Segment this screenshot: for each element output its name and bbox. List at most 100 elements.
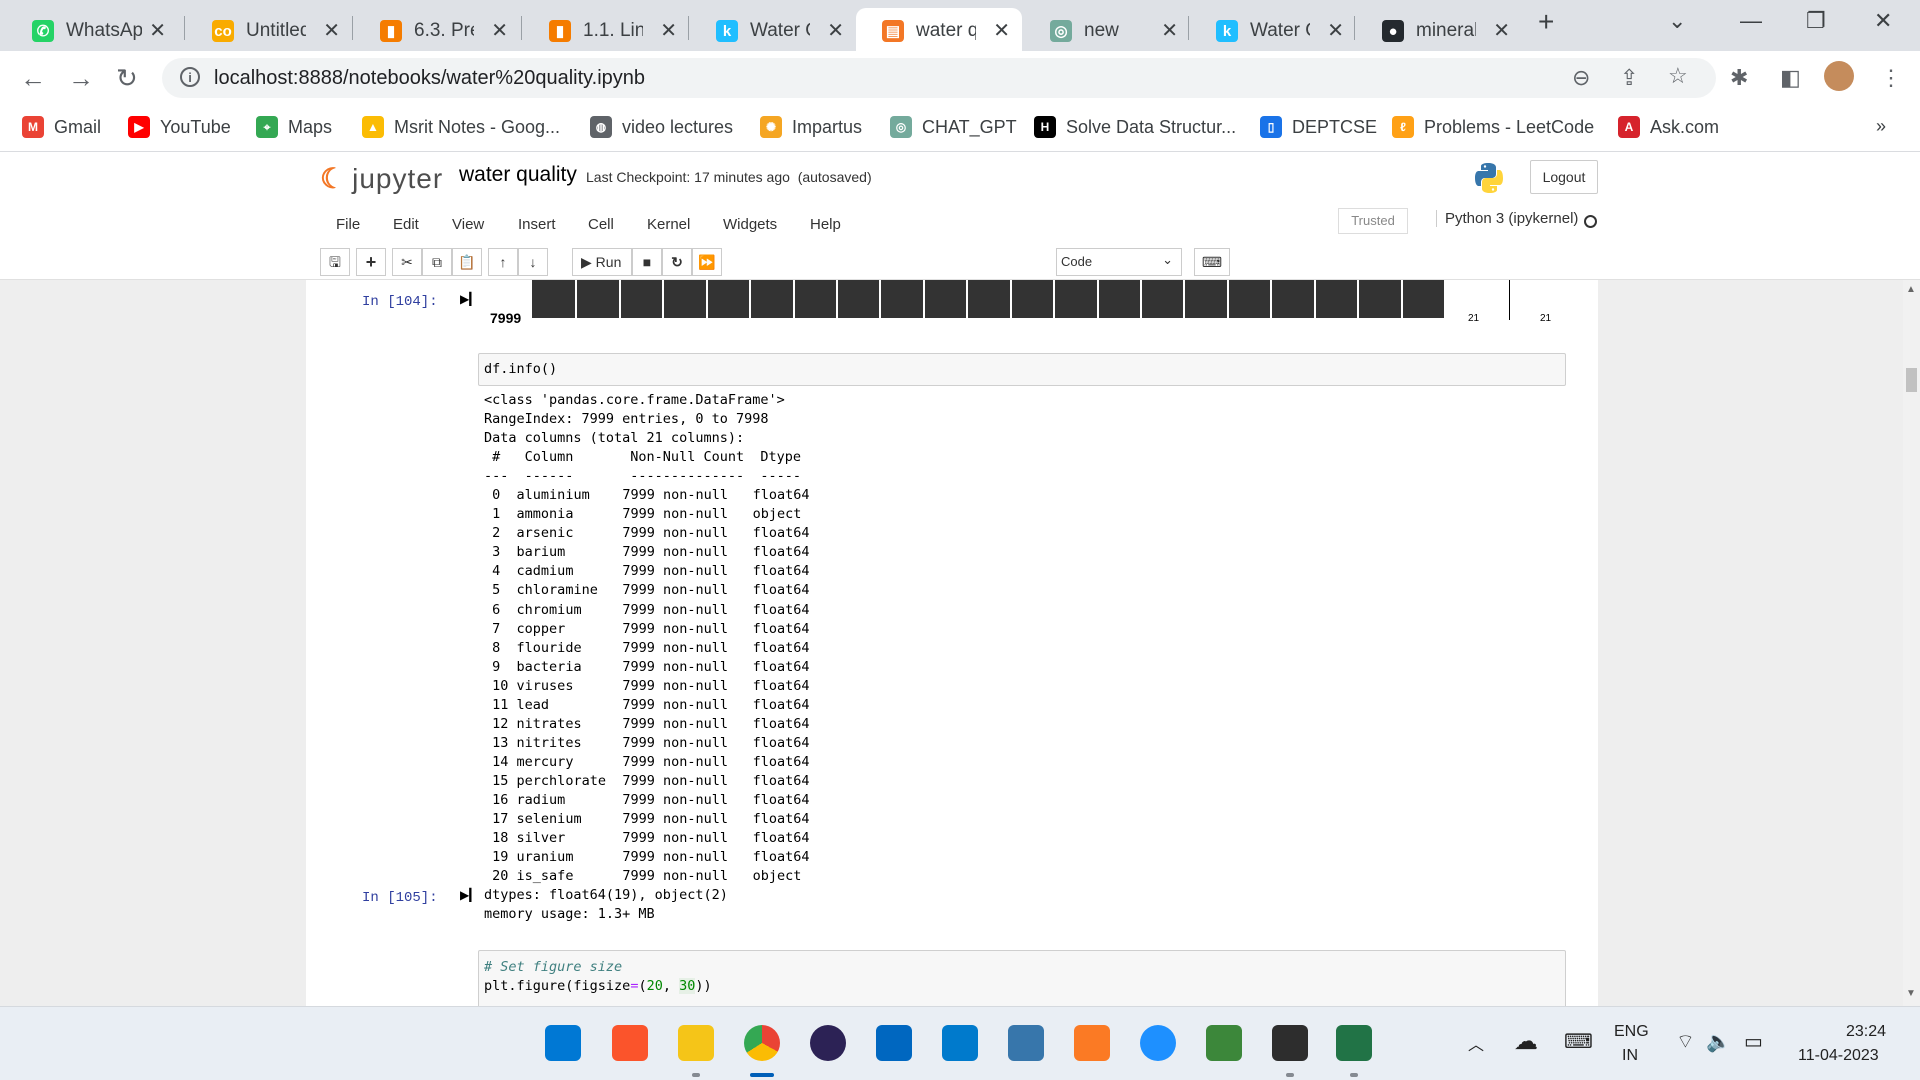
browser-tab[interactable]: k Water Qu ✕	[690, 8, 856, 51]
move-down-icon[interactable]: ↓	[518, 248, 548, 276]
bookmark-item[interactable]: ◍ video lectures	[590, 116, 733, 138]
scroll-up-icon[interactable]: ▲	[1906, 284, 1916, 295]
restart-run-all-icon[interactable]: ⏩	[692, 248, 722, 276]
file-explorer-icon[interactable]	[678, 1025, 714, 1061]
restore-icon[interactable]: ❐	[1806, 8, 1826, 34]
cell-105-input[interactable]: # Set figure size plt.figure(figsize=(20…	[478, 950, 1566, 1006]
bookmark-item[interactable]: ℓ Problems - LeetCode	[1392, 116, 1594, 138]
bookmark-item[interactable]: ✺ Impartus	[760, 116, 862, 138]
close-tab-icon[interactable]: ✕	[993, 18, 1010, 43]
clock-date[interactable]: 11-04-2023	[1798, 1047, 1879, 1065]
page-scrollbar[interactable]: ▲ ▼	[1903, 280, 1920, 1006]
bookmark-star-icon[interactable]: ☆	[1668, 63, 1688, 89]
back-icon[interactable]: ←	[20, 63, 46, 94]
browser-tab[interactable]: co Untitled1 ✕	[186, 8, 352, 51]
nodejs-icon[interactable]	[1206, 1025, 1242, 1061]
tab-search-icon[interactable]: ⌄	[1668, 8, 1686, 34]
cell-104-input[interactable]: df.info()	[478, 353, 1566, 386]
notebook-name[interactable]: water quality	[459, 163, 577, 187]
window-close-icon[interactable]: ✕	[1874, 8, 1892, 34]
circle-app-icon[interactable]	[1140, 1025, 1176, 1061]
interrupt-icon[interactable]: ■	[632, 248, 662, 276]
vscode-icon[interactable]	[942, 1025, 978, 1061]
language-lang[interactable]: ENG	[1614, 1023, 1649, 1041]
run-button[interactable]: ▶ Run	[572, 248, 632, 276]
cell-type-select[interactable]: Code ⌄	[1056, 248, 1182, 276]
close-tab-icon[interactable]: ✕	[660, 18, 677, 43]
browser-tab[interactable]: ▮ 1.1. Linea ✕	[523, 8, 689, 51]
bookmark-item[interactable]: ▲ Msrit Notes - Goog...	[362, 116, 560, 138]
kernel-name[interactable]: Python 3 (ipykernel)	[1436, 210, 1578, 227]
menu-widgets[interactable]: Widgets	[723, 216, 777, 233]
move-up-icon[interactable]: ↑	[488, 248, 518, 276]
browser-tab[interactable]: ✆ WhatsApp ✕	[6, 8, 178, 51]
language-region[interactable]: IN	[1622, 1047, 1638, 1065]
browser-tab[interactable]: ◎ new ✕	[1024, 8, 1190, 51]
menu-edit[interactable]: Edit	[393, 216, 419, 233]
browser-tab[interactable]: ▮ 6.3. Prep ✕	[354, 8, 520, 51]
bookmark-item[interactable]: A Ask.com	[1618, 116, 1719, 138]
share-icon[interactable]: ⇪	[1620, 65, 1638, 91]
brave-browser-icon[interactable]	[612, 1025, 648, 1061]
forward-icon[interactable]: →	[68, 63, 94, 94]
profile-avatar[interactable]	[1824, 61, 1854, 91]
browser-menu-icon[interactable]: ⋮	[1880, 65, 1902, 91]
jupyter-logo[interactable]: ☾ jupyter	[320, 162, 443, 195]
scrollbar-thumb[interactable]	[1906, 368, 1917, 392]
desktop-app-icon[interactable]	[876, 1025, 912, 1061]
python-idle-icon[interactable]	[1008, 1025, 1044, 1061]
bookmark-item[interactable]: ◎ CHAT_GPT	[890, 116, 1017, 138]
menu-insert[interactable]: Insert	[518, 216, 556, 233]
trusted-indicator[interactable]: Trusted	[1338, 208, 1408, 234]
minimize-icon[interactable]: —	[1740, 8, 1762, 34]
cell-run-icon[interactable]: ▶▎	[460, 292, 478, 306]
browser-tab[interactable]: ● mineral/ ✕	[1356, 8, 1522, 51]
browser-tab[interactable]: ▤ water qu ✕	[856, 8, 1022, 51]
close-tab-icon[interactable]: ✕	[1327, 18, 1344, 43]
menu-view[interactable]: View	[452, 216, 484, 233]
menu-help[interactable]: Help	[810, 216, 841, 233]
clock-time[interactable]: 23:24	[1846, 1023, 1886, 1041]
bookmark-item[interactable]: M Gmail	[22, 116, 101, 138]
side-panel-icon[interactable]: ◧	[1780, 65, 1801, 91]
logout-button[interactable]: Logout	[1530, 160, 1598, 194]
menu-kernel[interactable]: Kernel	[647, 216, 690, 233]
address-bar[interactable]: i localhost:8888/notebooks/water%20quali…	[162, 58, 1716, 98]
excel-icon[interactable]	[1336, 1025, 1372, 1061]
chrome-icon[interactable]	[744, 1025, 780, 1061]
paste-icon[interactable]: 📋	[452, 248, 482, 276]
close-tab-icon[interactable]: ✕	[323, 18, 340, 43]
extensions-icon[interactable]: ✱	[1730, 65, 1748, 91]
site-info-icon[interactable]: i	[180, 67, 200, 87]
url-text[interactable]: localhost:8888/notebooks/water%20quality…	[214, 67, 645, 90]
bookmark-item[interactable]: ⌖ Maps	[256, 116, 332, 138]
keyboard-icon[interactable]: ⌨	[1194, 248, 1230, 276]
bookmark-item[interactable]: ▶ YouTube	[128, 116, 231, 138]
wifi-icon[interactable]: ⌔	[1676, 1029, 1695, 1054]
zoom-icon[interactable]: ⊖	[1572, 65, 1590, 91]
onedrive-cloud-icon[interactable]: ☁	[1514, 1027, 1538, 1056]
save-icon[interactable]: 🖫	[320, 248, 350, 276]
reload-icon[interactable]: ↻	[116, 63, 138, 94]
insert-cell-icon[interactable]: +	[356, 248, 386, 276]
terminal-icon[interactable]	[1272, 1025, 1308, 1061]
cell-run-icon[interactable]: ▶▎	[460, 888, 478, 902]
new-tab-icon[interactable]: +	[1538, 6, 1554, 38]
copy-icon[interactable]: ⧉	[422, 248, 452, 276]
eclipse-icon[interactable]	[810, 1025, 846, 1061]
cut-icon[interactable]: ✂	[392, 248, 422, 276]
touch-keyboard-icon[interactable]: ⌨	[1564, 1029, 1593, 1054]
menu-cell[interactable]: Cell	[588, 216, 614, 233]
bookmark-item[interactable]: ▯ DEPTCSE	[1260, 116, 1377, 138]
browser-tab[interactable]: k Water Qu ✕	[1190, 8, 1356, 51]
restart-icon[interactable]: ↻	[662, 248, 692, 276]
scroll-down-icon[interactable]: ▼	[1906, 988, 1916, 999]
notebook-scroll-area[interactable]: 7999 21 21 In [104]: ▶▎ df.info() <class…	[0, 280, 1903, 1006]
show-hidden-icons-icon[interactable]: ︿	[1468, 1031, 1484, 1055]
bookmark-item[interactable]: H Solve Data Structur...	[1034, 116, 1236, 138]
close-tab-icon[interactable]: ✕	[827, 18, 844, 43]
volume-icon[interactable]: 🔈	[1706, 1029, 1731, 1054]
cell-105-code[interactable]: # Set figure size plt.figure(figsize=(20…	[479, 951, 1565, 1003]
xampp-icon[interactable]	[1074, 1025, 1110, 1061]
close-tab-icon[interactable]: ✕	[1493, 18, 1510, 43]
